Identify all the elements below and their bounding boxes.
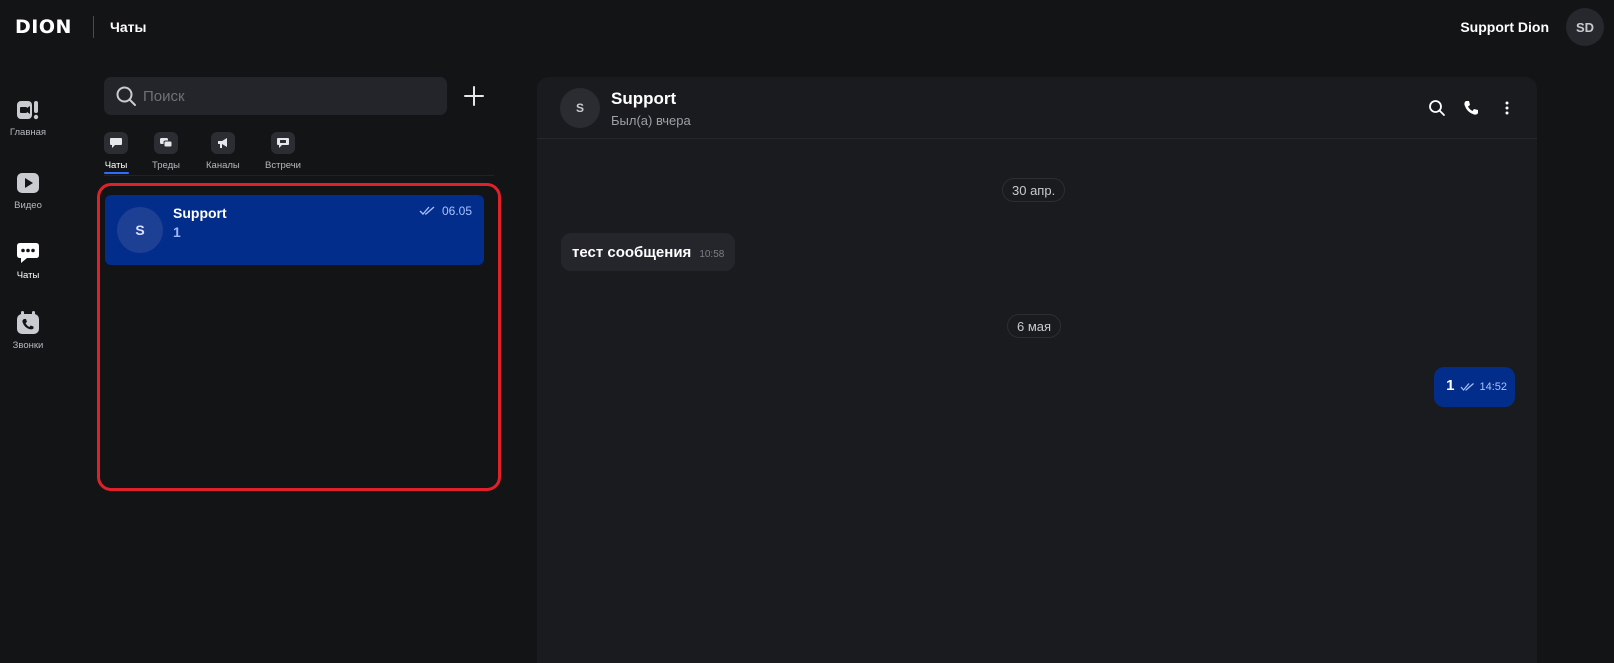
incoming-message[interactable]: тест сообщения 10:58	[561, 233, 736, 271]
tab-meetings[interactable]: Встречи	[265, 132, 301, 171]
contact-avatar[interactable]: S	[560, 88, 600, 128]
logo-divider	[93, 16, 94, 38]
phone-icon	[1464, 101, 1478, 115]
contact-name[interactable]: Support	[611, 89, 676, 109]
conversation-panel: S Support Был(а) вчера 30 апр. тест сооб…	[537, 77, 1537, 663]
message-text: 1	[1446, 376, 1455, 394]
search-box[interactable]	[104, 77, 447, 115]
message-time: 10:58	[699, 248, 725, 260]
chat-name: Support	[173, 205, 227, 221]
tab-label-threads: Треды	[152, 160, 180, 171]
chat-list-item[interactable]: S Support 1 06.05	[105, 195, 484, 265]
tab-channels[interactable]: Каналы	[206, 132, 240, 171]
search-icon	[1429, 100, 1445, 116]
chat-type-tabs: Чаты Треды Каналы Встречи	[104, 132, 494, 178]
chat-time: 06.05	[441, 204, 472, 218]
meeting-bubble-icon	[270, 132, 295, 154]
chat-bubble-icon	[104, 132, 128, 154]
chat-last-message: 1	[173, 224, 181, 240]
more-options-button[interactable]	[1496, 97, 1518, 119]
top-bar: DION Чаты Support Dion SD	[0, 0, 1614, 54]
search-icon	[116, 86, 136, 106]
section-title: Чаты	[110, 19, 147, 35]
active-tab-indicator	[104, 172, 129, 174]
call-button[interactable]	[1460, 97, 1482, 119]
message-text: тест сообщения	[572, 243, 692, 261]
calendar-phone-icon	[14, 309, 42, 337]
user-avatar[interactable]: SD	[1566, 8, 1604, 46]
nav-label-home: Главная	[9, 127, 47, 138]
conversation-header: S Support Был(а) вчера	[537, 77, 1537, 139]
app-logo[interactable]: DION	[15, 16, 72, 38]
search-in-chat-button[interactable]	[1426, 97, 1448, 119]
play-icon	[14, 169, 42, 197]
nav-item-video[interactable]: Видео	[0, 169, 56, 229]
chat-icon	[14, 239, 42, 267]
nav-label-video: Видео	[14, 200, 42, 211]
more-vertical-icon	[1505, 101, 1509, 115]
add-chat-button[interactable]	[461, 83, 487, 109]
tab-chats[interactable]: Чаты	[104, 132, 128, 171]
tab-label-chats: Чаты	[104, 160, 128, 171]
home-video-icon	[14, 96, 42, 124]
double-check-icon	[1461, 383, 1475, 391]
nav-label-calls: Звонки	[12, 340, 44, 351]
date-separator: 30 апр.	[1002, 178, 1066, 202]
nav-item-home[interactable]: Главная	[0, 96, 56, 156]
tab-threads[interactable]: Треды	[152, 132, 180, 171]
message-time: 14:52	[1479, 381, 1507, 393]
user-name[interactable]: Support Dion	[1460, 19, 1549, 35]
nav-item-chats[interactable]: Чаты	[0, 239, 56, 299]
tab-label-meetings: Встречи	[265, 160, 301, 171]
date-separator: 6 мая	[1007, 314, 1062, 338]
megaphone-icon	[210, 132, 235, 154]
outgoing-message[interactable]: 1 14:52	[1434, 367, 1515, 407]
chat-avatar: S	[117, 207, 163, 253]
double-check-icon	[419, 206, 435, 215]
chat-list-panel: Чаты Треды Каналы Встречи	[104, 77, 494, 663]
tab-label-channels: Каналы	[206, 160, 240, 171]
search-input[interactable]	[143, 87, 423, 105]
tabs-divider	[104, 175, 494, 176]
nav-label-chats: Чаты	[16, 270, 40, 281]
contact-status: Был(а) вчера	[611, 113, 691, 128]
threads-icon	[154, 132, 178, 154]
nav-item-calls[interactable]: Звонки	[0, 309, 56, 369]
